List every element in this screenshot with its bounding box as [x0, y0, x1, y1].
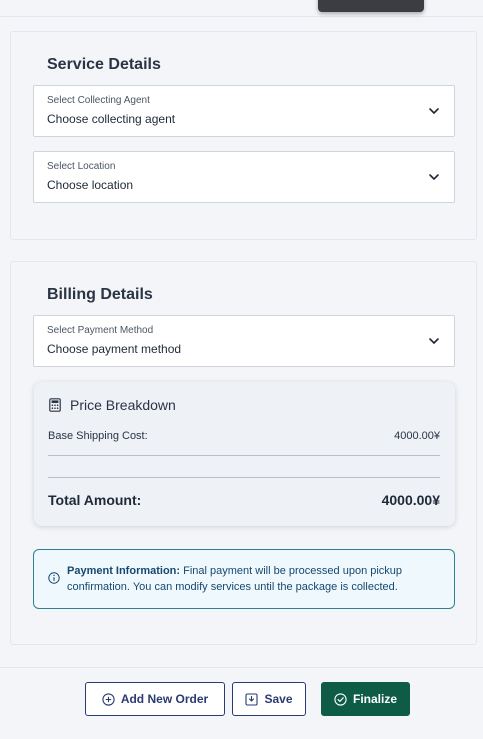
- collecting-agent-select[interactable]: Select Collecting Agent Choose collectin…: [33, 85, 455, 137]
- chevron-down-icon: [429, 338, 439, 344]
- collecting-agent-value: Choose collecting agent: [47, 112, 176, 126]
- chevron-down-icon: [429, 174, 439, 180]
- save-button[interactable]: Save: [232, 682, 306, 716]
- payment-method-select[interactable]: Select Payment Method Choose payment met…: [33, 315, 455, 367]
- location-label: Select Location: [47, 161, 116, 172]
- save-label: Save: [264, 692, 293, 706]
- save-icon: [245, 692, 259, 706]
- info-icon: [48, 572, 60, 584]
- add-new-order-label: Add New Order: [120, 692, 209, 706]
- calculator-icon: [49, 398, 61, 412]
- total-amount-label: Total Amount:: [48, 492, 142, 508]
- billing-details-title: Billing Details: [47, 286, 153, 303]
- price-breakdown-title: Price Breakdown: [70, 397, 176, 413]
- price-breakdown-panel: Price Breakdown Base Shipping Cost: 4000…: [34, 382, 455, 526]
- billing-details-card: Billing Details Select Payment Method Ch…: [10, 261, 477, 645]
- add-new-order-button[interactable]: Add New Order: [85, 682, 225, 716]
- footer-divider: [0, 667, 483, 668]
- payment-method-label: Select Payment Method: [47, 325, 154, 336]
- service-details-card: Service Details Select Collecting Agent …: [10, 31, 477, 240]
- finalize-label: Finalize: [352, 692, 397, 706]
- payment-info-text: Payment Information: Final payment will …: [67, 563, 439, 595]
- tooltip-popover: [318, 0, 424, 12]
- check-circle-icon: [334, 692, 347, 706]
- total-amount-value: 4000.00¥: [381, 492, 440, 508]
- payment-info-alert: Payment Information: Final payment will …: [33, 549, 455, 609]
- divider: [48, 477, 440, 478]
- divider: [48, 455, 440, 456]
- base-shipping-label: Base Shipping Cost:: [48, 430, 148, 442]
- plus-circle-icon: [102, 692, 115, 706]
- finalize-button[interactable]: Finalize: [321, 682, 410, 716]
- collecting-agent-label: Select Collecting Agent: [47, 95, 150, 106]
- payment-method-value: Choose payment method: [47, 342, 182, 356]
- base-shipping-value: 4000.00¥: [394, 430, 440, 442]
- payment-info-heading: Payment Information:: [67, 565, 181, 577]
- location-select[interactable]: Select Location Choose location: [33, 151, 455, 203]
- location-value: Choose location: [47, 178, 134, 192]
- chevron-down-icon: [429, 108, 439, 114]
- service-details-title: Service Details: [47, 56, 161, 73]
